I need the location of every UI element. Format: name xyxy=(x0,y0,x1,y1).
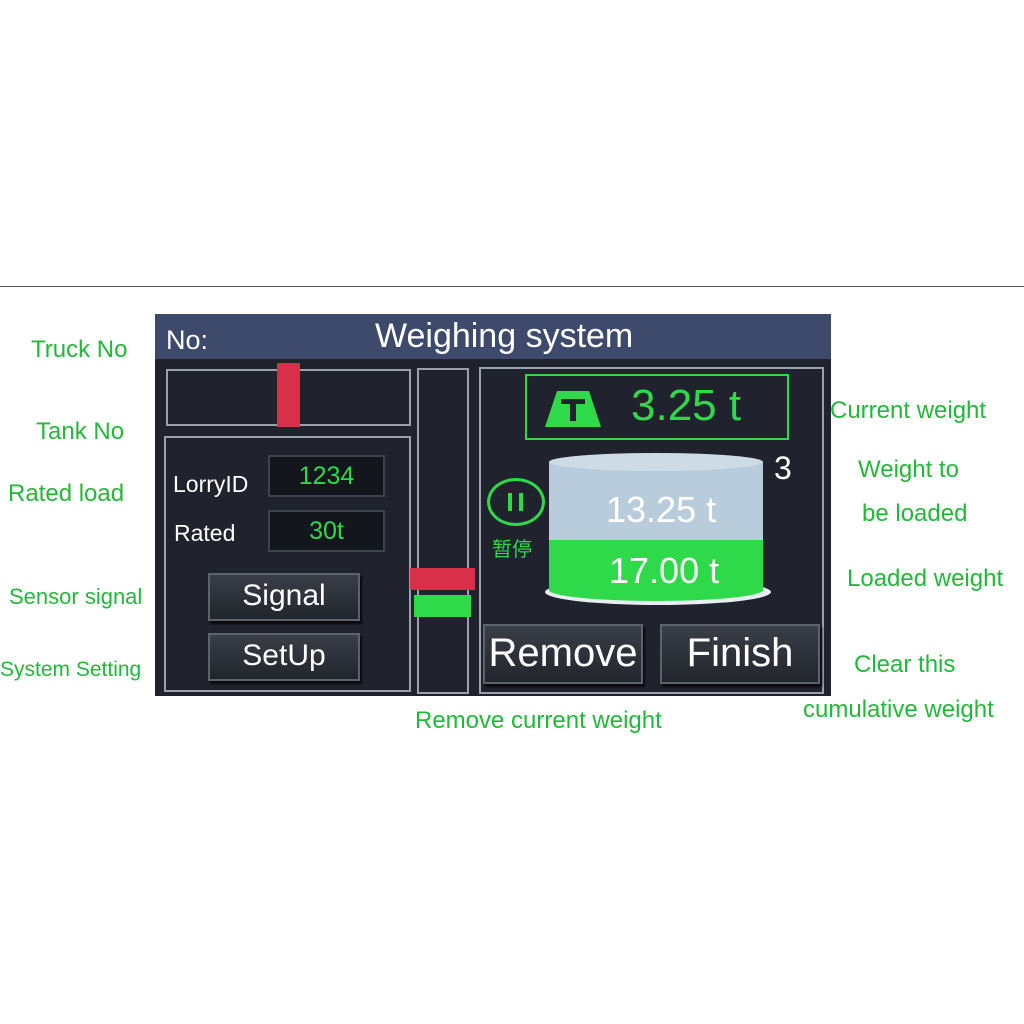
annotation-weight-to-load-1: Weight to xyxy=(858,456,959,483)
rated-label: Rated xyxy=(174,520,236,546)
rated-load-field[interactable]: 30t xyxy=(268,510,385,552)
scale-weight-icon xyxy=(543,385,603,429)
annotation-loaded-weight: Loaded weight xyxy=(847,565,1004,592)
setup-button[interactable]: SetUp xyxy=(208,633,360,681)
annotation-rated-load: Rated load xyxy=(8,480,125,507)
pause-label: 暂停 xyxy=(492,539,532,561)
lorry-id-label: LorryID xyxy=(173,471,249,497)
current-weight-value: 3.25 t xyxy=(631,381,742,430)
finish-button[interactable]: Finish xyxy=(660,624,820,684)
annotation-weight-to-load-2: be loaded xyxy=(862,500,968,527)
lorry-id-field[interactable]: 1234 xyxy=(268,455,385,497)
title-bar: No: Weighing system xyxy=(155,314,831,359)
sensor-signal-green-bar xyxy=(414,595,471,617)
page-divider xyxy=(0,286,1024,287)
annotation-clear-1: Clear this xyxy=(854,651,956,678)
annotation-truck-no: Truck No xyxy=(31,336,128,363)
annotation-remove-current-weight: Remove current weight xyxy=(415,707,662,734)
annotation-current-weight: Current weight xyxy=(830,397,987,424)
current-weight-display: 3.25 t xyxy=(525,374,789,440)
annotation-clear-2: cumulative weight xyxy=(803,696,994,723)
signal-button[interactable]: Signal xyxy=(208,573,360,621)
truck-no-display[interactable] xyxy=(166,363,411,427)
annotation-sensor-signal: Sensor signal xyxy=(9,584,143,609)
remove-button[interactable]: Remove xyxy=(483,624,643,684)
info-panel: LorryID 1234 Rated 30t Signal SetUp xyxy=(164,436,411,692)
sensor-column xyxy=(417,368,469,694)
loaded-weight-value: 17.00 t xyxy=(609,550,720,591)
hmi-screen: No: Weighing system LorryID 1234 Rated 3… xyxy=(155,314,831,696)
page-title: Weighing system xyxy=(375,317,634,355)
sensor-signal-red-bar xyxy=(410,568,475,590)
pause-icon xyxy=(508,493,512,511)
to-be-loaded-value: 13.25 t xyxy=(606,489,717,530)
tank-indicator xyxy=(277,363,300,427)
tank-count: 3 xyxy=(774,450,792,486)
annotation-system-setting: System Setting xyxy=(0,658,142,681)
pause-button[interactable] xyxy=(487,478,545,526)
truck-no-label: No: xyxy=(166,325,209,355)
annotation-tank-no: Tank No xyxy=(36,418,125,445)
